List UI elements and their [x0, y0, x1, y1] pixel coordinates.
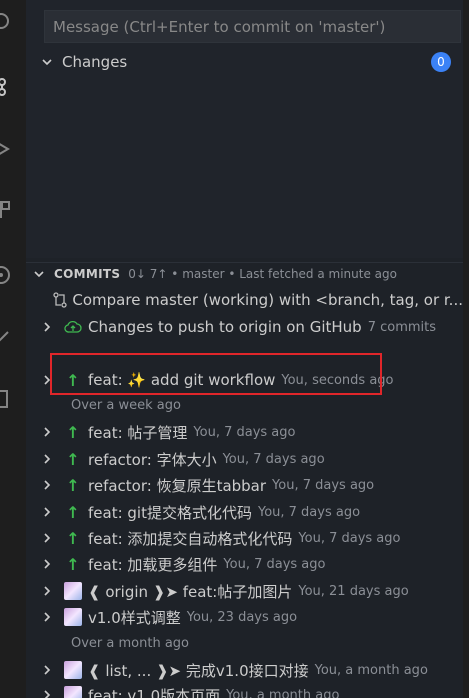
chevron-right-icon	[36, 658, 58, 682]
avatar	[62, 604, 84, 630]
avatar	[62, 657, 84, 683]
commit-author-date: You, a month ago	[314, 662, 428, 678]
compare-label: Compare master (working) with <branch, t…	[72, 291, 463, 309]
commit-message: feat: git提交格式化代码	[88, 503, 252, 522]
chevron-right-icon	[36, 605, 58, 629]
commit-row[interactable]: ↑ refactor: 恢复原生tabbar You, 7 days ago	[26, 472, 463, 498]
chevron-right-icon	[36, 552, 58, 576]
commit-row[interactable]: ↑ feat: git提交格式化代码 You, 7 days ago	[26, 499, 463, 525]
group-label: Over a week ago	[71, 398, 181, 413]
scm-input-area: Message (Ctrl+Enter to commit on 'master…	[26, 0, 463, 258]
changes-to-push-row[interactable]: Changes to push to origin on GitHub 7 co…	[26, 314, 463, 340]
commit-message: ❰ origin ❱➤ feat:帖子加图片	[88, 582, 293, 601]
commit-row[interactable]: ❰ list, ... ❱➤ 完成v1.0接口对接 You, a month a…	[26, 657, 463, 683]
commit-author-date: You, 7 days ago	[193, 424, 296, 440]
arrow-up-icon: ↑	[66, 502, 80, 522]
commit-message: refactor: 恢复原生tabbar	[88, 476, 267, 495]
highlight-annotation	[50, 353, 382, 395]
push-label: Changes to push to origin on GitHub	[88, 318, 362, 336]
commit-author-date: You, 7 days ago	[272, 477, 375, 493]
chevron-down-icon	[28, 262, 50, 286]
book-icon[interactable]	[0, 388, 12, 410]
commit-author-date: You, 7 days ago	[222, 451, 325, 467]
extensions-icon[interactable]	[0, 198, 12, 220]
search-icon[interactable]	[0, 10, 12, 32]
chevron-right-icon	[36, 315, 58, 339]
commit-row[interactable]: ↑ feat: 加载更多组件 You, 7 days ago	[26, 551, 463, 577]
chevron-right-icon	[36, 683, 58, 698]
remote-icon[interactable]	[0, 264, 12, 286]
changes-label: Changes	[62, 53, 128, 71]
arrow-up-icon: ↑	[66, 422, 80, 442]
commit-row[interactable]: ↑ refactor: 字体大小 You, 7 days ago	[26, 446, 463, 472]
chevron-right-icon	[36, 420, 58, 444]
chevron-right-icon	[36, 447, 58, 471]
changes-group-header[interactable]: Changes 0	[26, 50, 463, 74]
changes-count-badge: 0	[431, 52, 451, 72]
commit-message: v1.0样式调整	[88, 608, 181, 627]
commits-title: COMMITS	[54, 266, 121, 281]
chevron-down-icon	[36, 50, 58, 74]
commits-section-header[interactable]: COMMITS 0↓ 7↑ • master • Last fetched a …	[26, 262, 463, 284]
commit-row[interactable]: v1.0样式调整 You, 23 days ago	[26, 604, 463, 630]
commit-message-input[interactable]: Message (Ctrl+Enter to commit on 'master…	[44, 10, 461, 43]
commit-row[interactable]: feat: v1.0版本页面 You, a month ago	[26, 682, 463, 698]
arrow-up-icon: ↑	[66, 554, 80, 574]
avatar	[62, 578, 84, 604]
chevron-right-icon	[36, 579, 58, 603]
commits-branch-status: 0↓ 7↑ • master • Last fetched a minute a…	[128, 266, 397, 281]
compare-row[interactable]: Compare master (working) with <branch, t…	[26, 287, 463, 313]
commit-author-date: You, 7 days ago	[223, 556, 326, 572]
commit-message: feat: v1.0版本页面	[88, 686, 221, 698]
commit-author-date: You, 7 days ago	[257, 504, 361, 520]
avatar	[62, 682, 84, 698]
commit-author-date: You, 7 days ago	[298, 530, 401, 546]
group-label: Over a month ago	[71, 636, 189, 651]
chevron-right-icon	[36, 500, 58, 524]
commit-author-date: You, 21 days ago	[298, 583, 409, 599]
arrow-up-icon: ↑	[66, 475, 80, 495]
compare-icon	[52, 287, 68, 313]
run-debug-icon[interactable]	[0, 138, 12, 160]
commit-row[interactable]: ↑ feat: 添加提交自动格式化代码 You, 7 days ago	[26, 525, 463, 551]
commit-message: feat: 添加提交自动格式化代码	[88, 529, 293, 548]
commit-row[interactable]: ❰ origin ❱➤ feat:帖子加图片 You, 21 days ago	[26, 578, 463, 604]
commit-message: feat: 加载更多组件	[88, 555, 218, 574]
commit-row[interactable]: ↑ feat: 帖子管理 You, 7 days ago	[26, 419, 463, 445]
chevron-right-icon	[36, 526, 58, 550]
arrow-up-icon: ↑	[66, 449, 80, 469]
arrow-up-icon: ↑	[66, 528, 80, 548]
commit-message: refactor: 字体大小	[88, 450, 217, 469]
commit-author-date: You, 23 days ago	[186, 609, 298, 625]
source-control-icon[interactable]	[0, 76, 12, 98]
testing-icon[interactable]	[0, 328, 12, 350]
commit-author-date: You, a month ago	[226, 687, 340, 698]
commit-message: ❰ list, ... ❱➤ 完成v1.0接口对接	[88, 661, 309, 680]
chevron-right-icon	[36, 473, 58, 497]
push-count: 7 commits	[367, 319, 437, 335]
source-control-panel: Message (Ctrl+Enter to commit on 'master…	[26, 0, 463, 698]
cloud-upload-icon	[62, 314, 84, 340]
activity-bar	[0, 0, 18, 698]
commit-message: feat: 帖子管理	[88, 423, 188, 442]
